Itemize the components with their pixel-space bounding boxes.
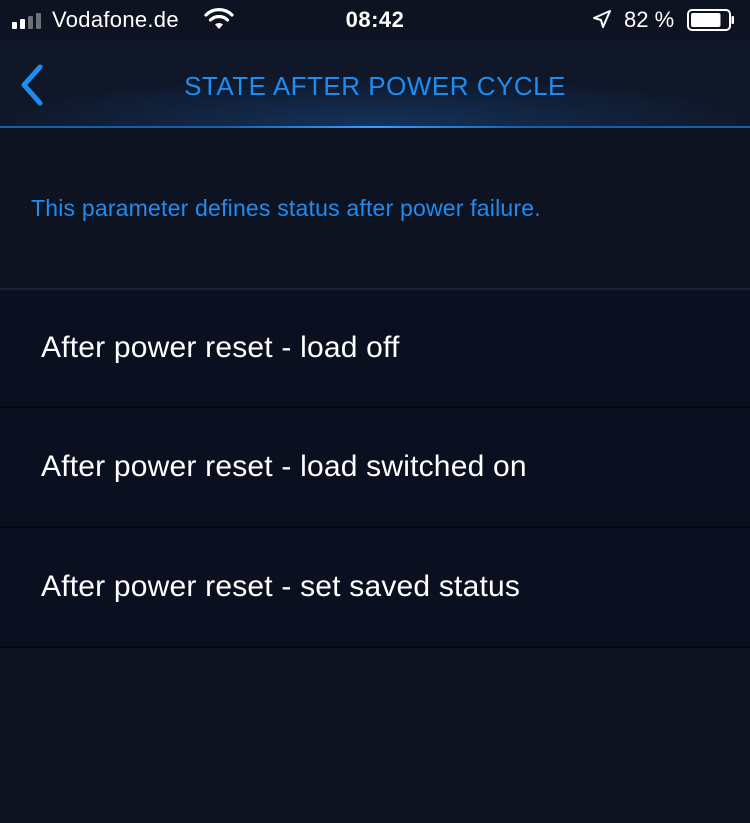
location-arrow-icon <box>593 10 611 28</box>
status-bar: Vodafone.de 08:42 82 % <box>0 0 750 40</box>
option-label: After power reset - load switched on <box>41 450 527 483</box>
options-list: After power reset - load off After power… <box>0 290 750 648</box>
option-label: After power reset - set saved status <box>41 570 521 603</box>
screen: Vodafone.de 08:42 82 % STATE AFTER POWER… <box>0 0 750 823</box>
option-load-off[interactable]: After power reset - load off <box>0 290 750 408</box>
navigation-bar: STATE AFTER POWER CYCLE <box>0 40 750 128</box>
option-label: After power reset - load off <box>41 331 400 364</box>
parameter-description: This parameter defines status after powe… <box>31 195 541 221</box>
option-set-saved-status[interactable]: After power reset - set saved status <box>0 528 750 648</box>
option-load-switched-on[interactable]: After power reset - load switched on <box>0 408 750 528</box>
page-title: STATE AFTER POWER CYCLE <box>184 71 566 101</box>
battery-percent: 82 % <box>624 7 675 32</box>
battery-icon <box>687 9 734 31</box>
